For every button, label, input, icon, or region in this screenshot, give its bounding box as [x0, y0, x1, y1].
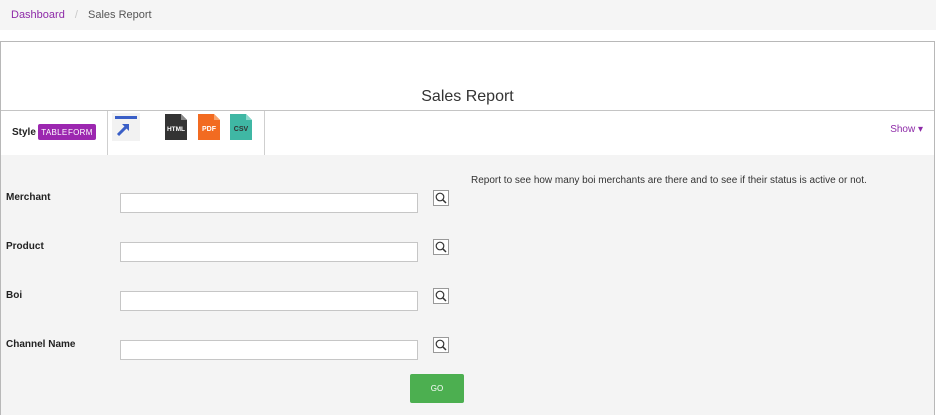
style-toggle: TABLE FORM: [38, 124, 96, 140]
csv-icon-label: CSV: [234, 126, 249, 133]
pdf-file-icon[interactable]: PDF: [196, 113, 222, 141]
report-title-bar: Sales Report: [1, 42, 934, 111]
style-form-option[interactable]: FORM: [68, 128, 93, 137]
style-group: Style TABLE FORM: [1, 111, 108, 155]
filter-form: Merchant Product Boi Channel Name Report…: [1, 155, 934, 415]
open-new-window-icon[interactable]: [112, 113, 140, 141]
report-description: Report to see how many boi merchants are…: [471, 175, 867, 186]
product-label: Product: [6, 241, 44, 252]
boi-label: Boi: [6, 290, 23, 301]
pdf-icon-label: PDF: [202, 126, 217, 133]
go-button[interactable]: GO: [410, 374, 464, 403]
export-group: HTML PDF CSV: [108, 111, 265, 155]
boi-input[interactable]: [120, 291, 418, 311]
merchant-label: Merchant: [6, 192, 51, 203]
product-search-icon[interactable]: [433, 239, 449, 255]
show-dropdown[interactable]: Show ▾: [890, 124, 923, 135]
merchant-input[interactable]: [120, 193, 418, 213]
channel-name-label: Channel Name: [6, 339, 76, 350]
channel-name-search-icon[interactable]: [433, 337, 449, 353]
boi-search-icon[interactable]: [433, 288, 449, 304]
style-table-option[interactable]: TABLE: [41, 128, 67, 137]
report-panel: Sales Report Style TABLE FORM HTML PDF C…: [0, 41, 935, 415]
channel-name-input[interactable]: [120, 340, 418, 360]
html-icon-label: HTML: [167, 126, 185, 133]
breadcrumb: Dashboard / Sales Report: [0, 0, 936, 30]
page-title: Sales Report: [421, 88, 514, 105]
breadcrumb-separator: /: [74, 9, 78, 21]
html-file-icon[interactable]: HTML: [163, 113, 189, 141]
product-input[interactable]: [120, 242, 418, 262]
style-label: Style: [12, 127, 36, 138]
report-toolbar: Style TABLE FORM HTML PDF CSV Show ▾: [1, 111, 934, 155]
breadcrumb-dashboard-link[interactable]: Dashboard: [11, 9, 65, 21]
merchant-search-icon[interactable]: [433, 190, 449, 206]
csv-file-icon[interactable]: CSV: [228, 113, 254, 141]
breadcrumb-current: Sales Report: [88, 9, 152, 21]
